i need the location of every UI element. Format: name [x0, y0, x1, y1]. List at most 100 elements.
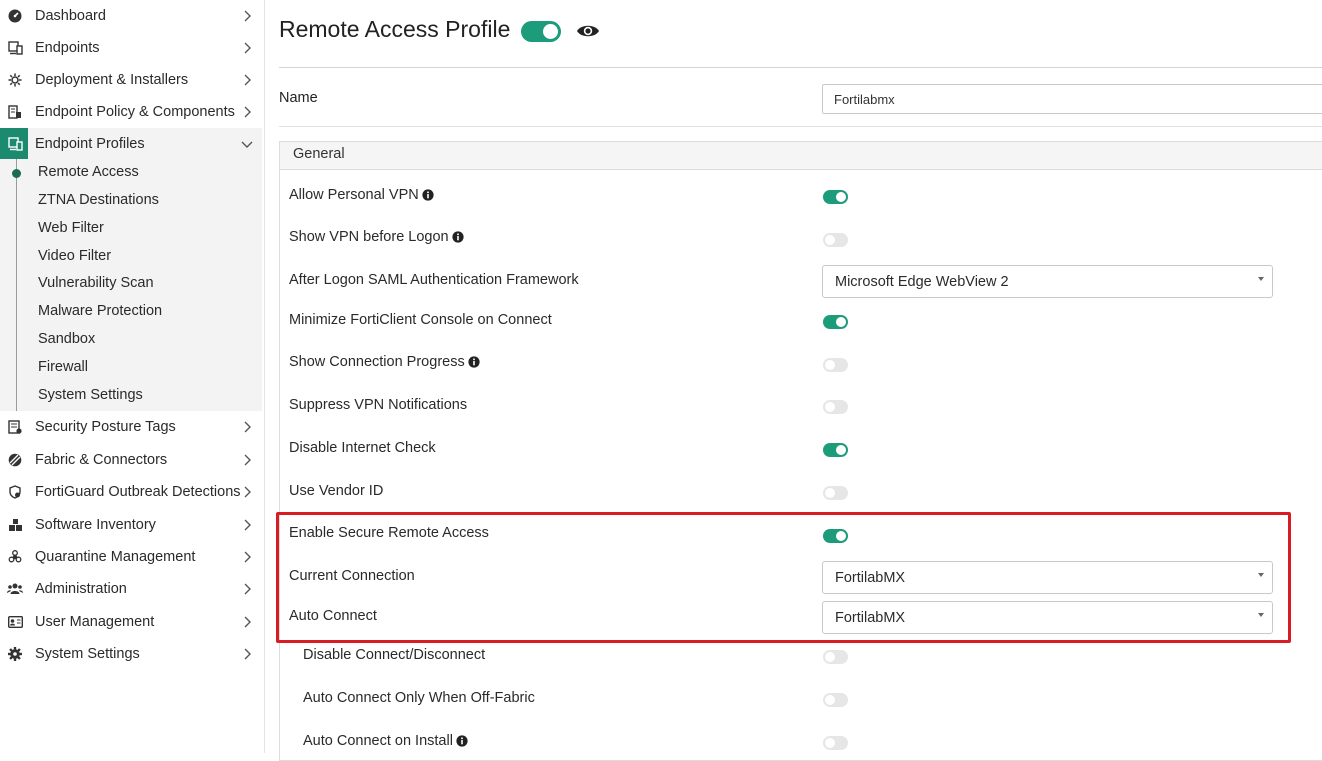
page-title: Remote Access Profile [279, 16, 511, 42]
submenu-vulnerability-scan[interactable]: Vulnerability Scan [38, 275, 154, 291]
sidebar: Dashboard Endpoints Deployment & Install… [0, 0, 265, 753]
info-icon[interactable] [452, 231, 464, 243]
auto-connect-label: Auto Connect [289, 608, 377, 624]
nav-label: Deployment & Installers [35, 72, 189, 88]
submenu-sandbox[interactable]: Sandbox [38, 331, 95, 347]
nav-administration[interactable]: Administration [0, 573, 262, 605]
suppress-vpn-notifications-label: Suppress VPN Notifications [289, 397, 467, 413]
chevron-right-icon [244, 421, 251, 433]
nav-software-inventory[interactable]: Software Inventory [0, 509, 262, 541]
auto-connect-on-install-toggle[interactable] [823, 736, 848, 750]
nav-endpoints[interactable]: Endpoints [0, 32, 262, 64]
nav-system-settings[interactable]: System Settings [0, 638, 262, 670]
minimize-console-toggle[interactable] [823, 315, 848, 329]
auto-connect-select[interactable]: FortilabMX [822, 601, 1273, 634]
select-value: Microsoft Edge WebView 2 [835, 274, 1009, 290]
administration-icon [7, 581, 23, 597]
auto-connect-off-fabric-toggle[interactable] [823, 693, 848, 707]
nav-label: Administration [35, 581, 127, 597]
row-label-text: Use Vendor ID [289, 483, 384, 499]
eye-icon[interactable] [576, 22, 600, 40]
chevron-right-icon [244, 519, 251, 531]
nav-label: Fabric & Connectors [35, 452, 168, 468]
row-label-text: Auto Connect Only When Off-Fabric [303, 690, 535, 706]
row-label-text: Enable Secure Remote Access [289, 525, 489, 541]
enable-secure-remote-access-toggle[interactable] [823, 529, 848, 543]
tags-icon [7, 419, 23, 435]
select-value: FortilabMX [835, 610, 906, 626]
row-label-text: Disable Internet Check [289, 440, 436, 456]
general-section-header[interactable] [279, 141, 1322, 170]
row-label-text: After Logon SAML Authentication Framewor… [289, 272, 579, 288]
disable-connect-disconnect-toggle[interactable] [823, 650, 848, 664]
gear-icon [7, 646, 23, 662]
row-label-text: Minimize FortiClient Console on Connect [289, 312, 552, 328]
nav-label: Endpoint Policy & Components [35, 104, 235, 120]
row-label-text: Auto Connect [289, 608, 377, 624]
submenu-remote-access[interactable]: Remote Access [38, 164, 139, 180]
dropdown-caret-icon [1258, 613, 1264, 617]
nav-label: Endpoint Profiles [35, 136, 145, 152]
chevron-right-icon [244, 648, 251, 660]
submenu-web-filter[interactable]: Web Filter [38, 220, 104, 236]
row-label-text: Current Connection [289, 568, 415, 584]
submenu-malware-protection[interactable]: Malware Protection [38, 303, 162, 319]
chevron-right-icon [244, 106, 251, 118]
chevron-right-icon [244, 74, 251, 86]
row-label-text: Auto Connect on Install [303, 733, 453, 749]
active-dot [12, 169, 21, 178]
use-vendor-id-label: Use Vendor ID [289, 483, 383, 499]
chevron-down-icon [241, 141, 253, 148]
fabric-icon [7, 452, 23, 468]
show-connection-progress-toggle[interactable] [823, 358, 848, 372]
submenu-ztna-destinations[interactable]: ZTNA Destinations [38, 192, 159, 208]
chevron-right-icon [244, 616, 251, 628]
quarantine-icon [7, 549, 23, 565]
nav-fabric-connectors[interactable]: Fabric & Connectors [0, 444, 262, 476]
info-icon[interactable] [422, 189, 434, 201]
suppress-vpn-notifications-toggle[interactable] [823, 400, 848, 414]
saml-framework-select[interactable]: Microsoft Edge WebView 2 [822, 265, 1273, 298]
endpoint-profiles-submenu: Remote Access ZTNA Destinations Web Filt… [0, 159, 262, 411]
chevron-right-icon [244, 583, 251, 595]
header-divider [279, 67, 1322, 68]
row-label-text: Disable Connect/Disconnect [303, 647, 486, 663]
use-vendor-id-toggle[interactable] [823, 486, 848, 500]
nav-endpoint-policy[interactable]: Endpoint Policy & Components [0, 96, 262, 128]
nav-label: Endpoints [35, 40, 100, 56]
allow-personal-vpn-toggle[interactable] [823, 190, 848, 204]
submenu-video-filter[interactable]: Video Filter [38, 248, 111, 264]
current-connection-select[interactable]: FortilabMX [822, 561, 1273, 594]
nav-dashboard[interactable]: Dashboard [0, 0, 262, 32]
nav-quarantine-management[interactable]: Quarantine Management [0, 541, 262, 573]
info-icon[interactable] [468, 356, 480, 368]
dropdown-caret-icon [1258, 573, 1264, 577]
show-connection-progress-label: Show Connection Progress [289, 354, 480, 370]
policy-icon [7, 104, 23, 120]
enable-secure-remote-access-label: Enable Secure Remote Access [289, 525, 489, 541]
submenu-line [16, 159, 17, 411]
name-label: Name [279, 90, 318, 106]
name-divider [279, 126, 1322, 127]
disable-internet-check-label: Disable Internet Check [289, 440, 436, 456]
nav-deployment[interactable]: Deployment & Installers [0, 64, 262, 96]
nav-endpoint-profiles[interactable]: Endpoint Profiles [0, 128, 262, 160]
nav-fortiguard-outbreak[interactable]: FortiGuard Outbreak Detections [0, 476, 262, 508]
row-label-text: Suppress VPN Notifications [289, 397, 468, 413]
show-vpn-before-logon-label: Show VPN before Logon [289, 229, 464, 245]
profile-enable-toggle[interactable] [521, 21, 561, 42]
show-vpn-before-logon-toggle[interactable] [823, 233, 848, 247]
saml-framework-label: After Logon SAML Authentication Framewor… [289, 272, 579, 288]
nav-label: Dashboard [35, 8, 106, 24]
submenu-system-settings[interactable]: System Settings [38, 387, 143, 403]
nav-user-management[interactable]: User Management [0, 606, 262, 638]
submenu-firewall[interactable]: Firewall [38, 359, 88, 375]
row-label-text: Show VPN before Logon [289, 229, 449, 245]
info-icon[interactable] [456, 735, 468, 747]
nav-label: Security Posture Tags [35, 419, 176, 435]
nav-label: Quarantine Management [35, 549, 196, 565]
name-input[interactable] [822, 84, 1322, 114]
nav-security-posture-tags[interactable]: Security Posture Tags [0, 411, 262, 443]
user-management-icon [7, 614, 23, 630]
disable-internet-check-toggle[interactable] [823, 443, 848, 457]
